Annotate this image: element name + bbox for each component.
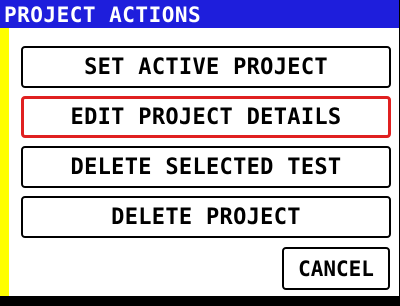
delete-project-button[interactable]: DELETE PROJECT: [21, 196, 391, 238]
set-active-project-button[interactable]: SET ACTIVE PROJECT: [21, 46, 391, 88]
screen: PROJECT ACTIONS SET ACTIVE PROJECT EDIT …: [0, 0, 400, 306]
edit-project-details-button[interactable]: EDIT PROJECT DETAILS: [21, 96, 391, 138]
cancel-button[interactable]: CANCEL: [282, 247, 390, 290]
dialog-title: PROJECT ACTIONS: [0, 0, 399, 28]
delete-selected-test-button[interactable]: DELETE SELECTED TEST: [21, 146, 391, 188]
